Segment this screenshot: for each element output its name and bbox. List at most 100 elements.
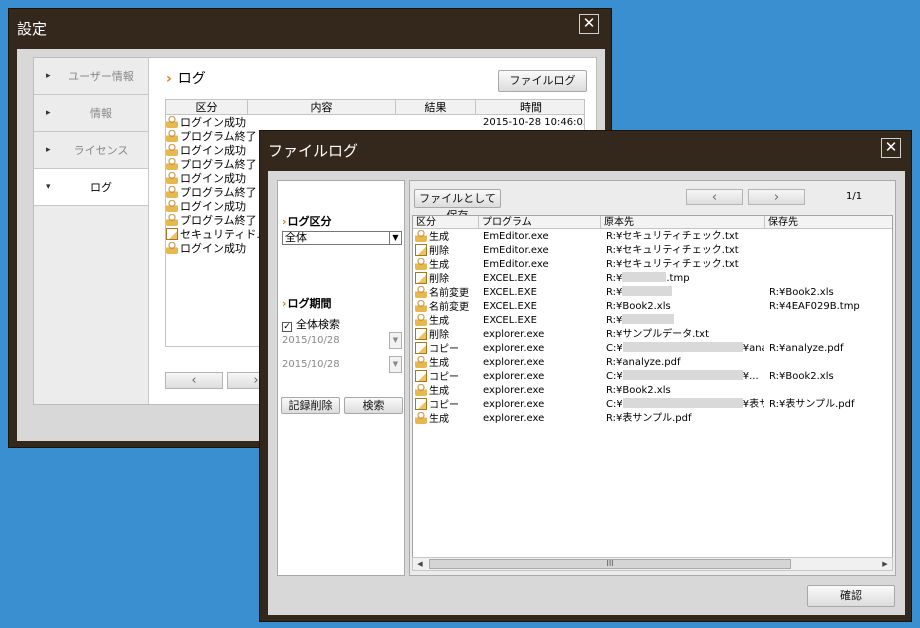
search-all-checkbox[interactable]: ✓ 全体検索 [282,316,340,332]
log-category-text: プログラム終了 [180,130,257,143]
next-page-button[interactable]: › [748,189,805,205]
column-header[interactable]: 時間 [476,100,584,115]
document-icon [166,228,178,240]
source-text: R:¥ [606,287,623,298]
column-header[interactable]: 保存先 [765,216,894,229]
file-log-row[interactable]: 生成 EmEditor.exe R:¥セキュリティチェック.txt [413,230,892,244]
search-button[interactable]: 検索 [344,397,403,414]
file-log-row[interactable]: 名前変更 EXCEL.EXE R:¥Book2.xls R:¥4EAF029B.tmp [413,300,892,314]
file-log-button[interactable]: ファイルログ [498,70,587,92]
log-category-select[interactable]: 全体 ▼ [282,231,402,245]
source-text: R:¥セキュリティチェック.txt [606,245,739,256]
settings-close-button[interactable]: ✕ [579,14,599,34]
source-cell: R:¥サンプルデータ.txt [606,328,764,342]
horizontal-scrollbar[interactable]: ◀ III ▶ [412,557,893,571]
scroll-right-icon[interactable]: ▶ [878,558,892,570]
dropdown-arrow-icon[interactable]: ▼ [389,232,401,244]
kind-text: 名前変更 [429,288,469,299]
filter-panel: ›ログ区分 全体 ▼ ›ログ期間 ✓ 全体検索 2015/10/28 ▼ 2015/… [277,180,405,576]
program-cell: EXCEL.EXE [483,287,537,298]
kind-text: 削除 [429,274,449,285]
calendar-dropdown-icon[interactable]: ▼ [389,332,402,349]
sidebar-item-info[interactable]: ▸ 情報 [34,95,148,132]
orange-chevron-icon: › [282,297,287,310]
kind-cell: 生成 [415,258,479,273]
source-text: R:¥ [606,315,623,326]
source-cell: R:¥ [606,286,764,300]
scroll-left-icon[interactable]: ◀ [413,558,427,570]
column-header[interactable]: 区分 [166,100,248,115]
lock-icon [166,214,178,226]
sidebar-item-label: 情報 [90,107,112,120]
kind-text: 削除 [429,246,449,257]
sidebar-item-user-info[interactable]: ▸ ユーザー情報 [34,58,148,95]
confirm-button[interactable]: 確認 [807,585,895,607]
sidebar-item-license[interactable]: ▸ ライセンス [34,132,148,169]
file-log-row[interactable]: 削除 EmEditor.exe R:¥セキュリティチェック.txt [413,244,892,258]
calendar-dropdown-icon[interactable]: ▼ [389,356,402,373]
kind-cell: 削除 [415,244,479,259]
file-log-row[interactable]: 削除 EXCEL.EXE R:¥ .tmp [413,272,892,286]
date-to-field[interactable]: 2015/10/28 ▼ [282,356,402,373]
file-log-row[interactable]: コピー explorer.exe C:¥ ¥analy... R:¥analyze.pd… [413,342,892,356]
chevron-down-icon: ▾ [46,182,51,192]
program-cell: EmEditor.exe [483,259,549,270]
program-cell: explorer.exe [483,413,545,424]
program-cell: explorer.exe [483,357,545,368]
file-log-close-button[interactable]: ✕ [881,138,901,158]
orange-chevron-icon: › [282,215,287,228]
date-from-field[interactable]: 2015/10/28 ▼ [282,332,402,349]
file-log-row[interactable]: 生成 EXCEL.EXE R:¥ [413,314,892,328]
lock-icon [415,230,427,242]
lock-icon [166,200,178,212]
program-cell: explorer.exe [483,385,545,396]
log-time-text: 2015-10-28 10:46:05 [483,117,585,128]
column-header[interactable]: 区分 [413,216,479,229]
file-log-row[interactable]: 削除 explorer.exe R:¥サンプルデータ.txt [413,328,892,342]
lock-icon [415,384,427,396]
program-cell: EmEditor.exe [483,231,549,242]
redacted-path [622,370,743,380]
file-log-row[interactable]: 生成 explorer.exe R:¥analyze.pdf [413,356,892,370]
delete-records-button[interactable]: 記録削除 [281,397,340,414]
page-indicator: 1/1 [846,191,863,202]
column-header[interactable]: 内容 [248,100,396,115]
file-log-row[interactable]: コピー explorer.exe C:¥ ¥... R:¥Book2.xls [413,370,892,384]
program-cell: explorer.exe [483,399,545,410]
kind-cell: 生成 [415,384,479,399]
column-header[interactable]: プログラム [479,216,601,229]
kind-text: コピー [429,400,459,411]
sidebar-item-label: ライセンス [73,144,129,157]
log-category-text: ログイン成功 [180,172,246,185]
prev-page-button[interactable]: ‹ [686,189,743,205]
save-as-file-button[interactable]: ファイルとして保存 [414,189,501,222]
source-cell: R:¥ .tmp [606,272,764,286]
source-text: R:¥analyze.pdf [606,357,681,368]
column-header[interactable]: 原本先 [601,216,765,229]
file-log-row[interactable]: 生成 explorer.exe R:¥表サンプル.pdf [413,412,892,426]
program-cell: EXCEL.EXE [483,301,537,312]
source-cell: R:¥セキュリティチェック.txt [606,258,764,272]
kind-cell: コピー [415,370,479,385]
source-cell: C:¥ ¥表サ... [606,398,764,412]
redacted-path [622,314,675,324]
sidebar-item-log[interactable]: ▾ ログ [34,169,148,206]
file-log-row[interactable]: 名前変更 EXCEL.EXE R:¥ R:¥Book2.xls [413,286,892,300]
log-category-text: ログイン成功 [180,144,246,157]
kind-cell: 削除 [415,272,479,287]
source-text: R:¥Book2.xls [606,385,671,396]
checkmark-icon[interactable]: ✓ [282,322,292,332]
source-cell: R:¥表サンプル.pdf [606,412,764,426]
file-log-row[interactable]: 生成 explorer.exe R:¥Book2.xls [413,384,892,398]
column-header[interactable]: 結果 [396,100,476,115]
file-log-row[interactable]: 生成 EmEditor.exe R:¥セキュリティチェック.txt [413,258,892,272]
file-log-row[interactable]: コピー explorer.exe C:¥ ¥表サ... R:¥表サンプル.pdf [413,398,892,412]
source-text: R:¥表サンプル.pdf [606,413,692,424]
log-row[interactable]: ログイン成功 2015-10-28 10:46:05 [166,116,584,130]
source-text: R:¥Book2.xls [606,301,671,312]
kind-text: 生成 [429,260,449,271]
scrollbar-thumb[interactable]: III [429,559,791,569]
destination-cell: R:¥表サンプル.pdf [769,399,855,410]
kind-text: 生成 [429,232,449,243]
prev-page-button[interactable]: ‹ [165,372,223,389]
